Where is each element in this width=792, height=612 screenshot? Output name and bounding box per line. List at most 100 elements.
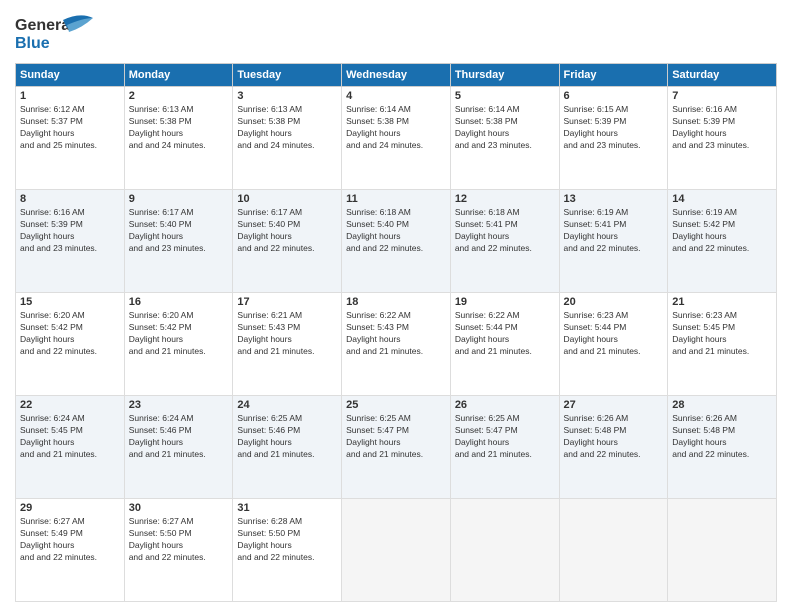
- day-info: Sunrise: 6:13 AM Sunset: 5:38 PM Dayligh…: [129, 104, 229, 152]
- daylight-duration: and and 24 minutes.: [237, 140, 314, 150]
- weekday-header-sunday: Sunday: [16, 64, 125, 87]
- sunrise-info: Sunrise: 6:12 AM: [20, 104, 85, 114]
- sunset-info: Sunset: 5:41 PM: [455, 219, 518, 229]
- day-number: 2: [129, 90, 229, 102]
- daylight-info: Daylight hours: [455, 231, 509, 241]
- sunrise-info: Sunrise: 6:24 AM: [20, 413, 85, 423]
- daylight-duration: and and 22 minutes.: [237, 552, 314, 562]
- logo-icon: General Blue: [15, 10, 95, 55]
- sunset-info: Sunset: 5:39 PM: [672, 116, 735, 126]
- day-info: Sunrise: 6:15 AM Sunset: 5:39 PM Dayligh…: [564, 104, 664, 152]
- calendar-cell: 20 Sunrise: 6:23 AM Sunset: 5:44 PM Dayl…: [559, 293, 668, 396]
- daylight-duration: and and 23 minutes.: [672, 140, 749, 150]
- daylight-duration: and and 21 minutes.: [346, 449, 423, 459]
- weekday-header-tuesday: Tuesday: [233, 64, 342, 87]
- calendar-cell: 21 Sunrise: 6:23 AM Sunset: 5:45 PM Dayl…: [668, 293, 777, 396]
- sunset-info: Sunset: 5:48 PM: [672, 425, 735, 435]
- day-info: Sunrise: 6:21 AM Sunset: 5:43 PM Dayligh…: [237, 310, 337, 358]
- daylight-duration: and and 21 minutes.: [129, 346, 206, 356]
- sunset-info: Sunset: 5:39 PM: [564, 116, 627, 126]
- sunset-info: Sunset: 5:37 PM: [20, 116, 83, 126]
- weekday-header-thursday: Thursday: [450, 64, 559, 87]
- day-number: 26: [455, 399, 555, 411]
- sunrise-info: Sunrise: 6:26 AM: [564, 413, 629, 423]
- sunset-info: Sunset: 5:44 PM: [564, 322, 627, 332]
- daylight-info: Daylight hours: [20, 334, 74, 344]
- calendar-cell: 16 Sunrise: 6:20 AM Sunset: 5:42 PM Dayl…: [124, 293, 233, 396]
- day-info: Sunrise: 6:27 AM Sunset: 5:49 PM Dayligh…: [20, 516, 120, 564]
- calendar-cell: 13 Sunrise: 6:19 AM Sunset: 5:41 PM Dayl…: [559, 190, 668, 293]
- calendar-cell: 27 Sunrise: 6:26 AM Sunset: 5:48 PM Dayl…: [559, 396, 668, 499]
- sunrise-info: Sunrise: 6:17 AM: [237, 207, 302, 217]
- day-number: 30: [129, 502, 229, 514]
- sunrise-info: Sunrise: 6:13 AM: [237, 104, 302, 114]
- sunrise-info: Sunrise: 6:28 AM: [237, 516, 302, 526]
- daylight-duration: and and 21 minutes.: [455, 449, 532, 459]
- day-number: 29: [20, 502, 120, 514]
- sunrise-info: Sunrise: 6:20 AM: [20, 310, 85, 320]
- day-info: Sunrise: 6:25 AM Sunset: 5:46 PM Dayligh…: [237, 413, 337, 461]
- day-info: Sunrise: 6:17 AM Sunset: 5:40 PM Dayligh…: [237, 207, 337, 255]
- daylight-info: Daylight hours: [346, 334, 400, 344]
- sunset-info: Sunset: 5:43 PM: [237, 322, 300, 332]
- day-info: Sunrise: 6:24 AM Sunset: 5:45 PM Dayligh…: [20, 413, 120, 461]
- day-number: 4: [346, 90, 446, 102]
- sunset-info: Sunset: 5:38 PM: [455, 116, 518, 126]
- day-info: Sunrise: 6:23 AM Sunset: 5:45 PM Dayligh…: [672, 310, 772, 358]
- sunrise-info: Sunrise: 6:19 AM: [672, 207, 737, 217]
- day-info: Sunrise: 6:19 AM Sunset: 5:41 PM Dayligh…: [564, 207, 664, 255]
- sunrise-info: Sunrise: 6:26 AM: [672, 413, 737, 423]
- day-info: Sunrise: 6:26 AM Sunset: 5:48 PM Dayligh…: [672, 413, 772, 461]
- daylight-info: Daylight hours: [564, 437, 618, 447]
- sunrise-info: Sunrise: 6:16 AM: [20, 207, 85, 217]
- day-info: Sunrise: 6:22 AM Sunset: 5:44 PM Dayligh…: [455, 310, 555, 358]
- sunset-info: Sunset: 5:38 PM: [237, 116, 300, 126]
- daylight-duration: and and 22 minutes.: [346, 243, 423, 253]
- day-number: 10: [237, 193, 337, 205]
- daylight-duration: and and 22 minutes.: [20, 346, 97, 356]
- calendar-cell: 15 Sunrise: 6:20 AM Sunset: 5:42 PM Dayl…: [16, 293, 125, 396]
- daylight-info: Daylight hours: [237, 540, 291, 550]
- day-number: 27: [564, 399, 664, 411]
- sunset-info: Sunset: 5:40 PM: [237, 219, 300, 229]
- sunrise-info: Sunrise: 6:25 AM: [346, 413, 411, 423]
- sunset-info: Sunset: 5:42 PM: [129, 322, 192, 332]
- day-info: Sunrise: 6:18 AM Sunset: 5:41 PM Dayligh…: [455, 207, 555, 255]
- daylight-duration: and and 21 minutes.: [564, 346, 641, 356]
- daylight-info: Daylight hours: [237, 334, 291, 344]
- sunset-info: Sunset: 5:50 PM: [237, 528, 300, 538]
- daylight-duration: and and 22 minutes.: [672, 243, 749, 253]
- daylight-duration: and and 21 minutes.: [237, 346, 314, 356]
- calendar-cell: 14 Sunrise: 6:19 AM Sunset: 5:42 PM Dayl…: [668, 190, 777, 293]
- week-row-2: 8 Sunrise: 6:16 AM Sunset: 5:39 PM Dayli…: [16, 190, 777, 293]
- sunset-info: Sunset: 5:46 PM: [237, 425, 300, 435]
- daylight-duration: and and 21 minutes.: [672, 346, 749, 356]
- sunrise-info: Sunrise: 6:15 AM: [564, 104, 629, 114]
- day-info: Sunrise: 6:28 AM Sunset: 5:50 PM Dayligh…: [237, 516, 337, 564]
- daylight-duration: and and 22 minutes.: [129, 552, 206, 562]
- daylight-info: Daylight hours: [237, 128, 291, 138]
- daylight-info: Daylight hours: [129, 540, 183, 550]
- day-info: Sunrise: 6:26 AM Sunset: 5:48 PM Dayligh…: [564, 413, 664, 461]
- daylight-duration: and and 23 minutes.: [20, 243, 97, 253]
- sunset-info: Sunset: 5:43 PM: [346, 322, 409, 332]
- daylight-duration: and and 25 minutes.: [20, 140, 97, 150]
- sunrise-info: Sunrise: 6:21 AM: [237, 310, 302, 320]
- day-number: 5: [455, 90, 555, 102]
- day-info: Sunrise: 6:16 AM Sunset: 5:39 PM Dayligh…: [672, 104, 772, 152]
- calendar-cell: 3 Sunrise: 6:13 AM Sunset: 5:38 PM Dayli…: [233, 87, 342, 190]
- sunrise-info: Sunrise: 6:19 AM: [564, 207, 629, 217]
- calendar-cell: 2 Sunrise: 6:13 AM Sunset: 5:38 PM Dayli…: [124, 87, 233, 190]
- sunrise-info: Sunrise: 6:27 AM: [20, 516, 85, 526]
- day-number: 22: [20, 399, 120, 411]
- daylight-info: Daylight hours: [129, 334, 183, 344]
- sunrise-info: Sunrise: 6:14 AM: [346, 104, 411, 114]
- sunrise-info: Sunrise: 6:18 AM: [455, 207, 520, 217]
- sunset-info: Sunset: 5:47 PM: [455, 425, 518, 435]
- daylight-duration: and and 22 minutes.: [564, 243, 641, 253]
- day-number: 1: [20, 90, 120, 102]
- daylight-info: Daylight hours: [672, 437, 726, 447]
- daylight-duration: and and 21 minutes.: [455, 346, 532, 356]
- day-info: Sunrise: 6:16 AM Sunset: 5:39 PM Dayligh…: [20, 207, 120, 255]
- daylight-info: Daylight hours: [564, 334, 618, 344]
